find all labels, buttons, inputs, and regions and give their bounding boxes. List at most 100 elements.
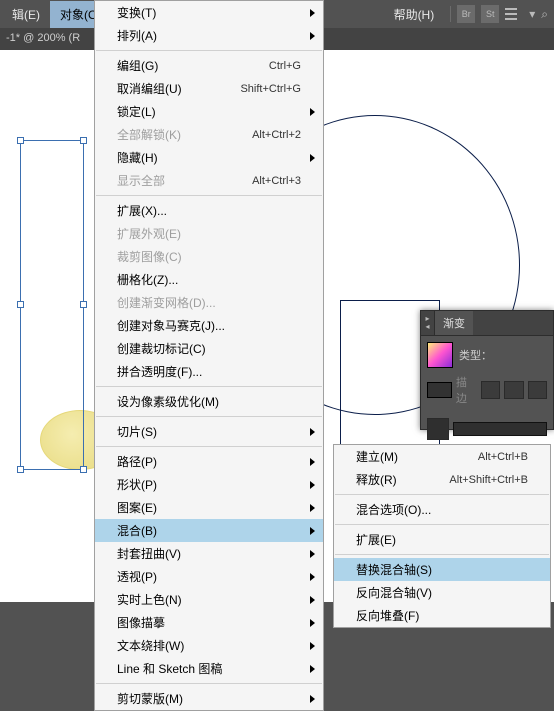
- menu-item[interactable]: 混合选项(O)...: [334, 498, 550, 521]
- menu-item-shortcut: Ctrl+G: [253, 60, 301, 72]
- menu-item[interactable]: 变换(T): [95, 1, 323, 24]
- menu-item-label: 锁定(L): [117, 103, 156, 120]
- selection-handle[interactable]: [80, 137, 87, 144]
- gradient-swatch[interactable]: [427, 342, 453, 368]
- menu-item[interactable]: 设为像素级优化(M): [95, 390, 323, 413]
- menubar-divider: [450, 6, 451, 22]
- panel-header: ▸◂ 渐变: [421, 311, 553, 336]
- menu-item[interactable]: 封套扭曲(V): [95, 542, 323, 565]
- menu-item-label: 文本绕排(W): [117, 637, 184, 654]
- menu-item-label: 创建对象马赛克(J)...: [117, 317, 225, 334]
- menu-item[interactable]: 剪切蒙版(M): [95, 687, 323, 710]
- menu-item[interactable]: 编组(G) Ctrl+G: [95, 54, 323, 77]
- menu-item-label: 扩展(E): [356, 531, 396, 548]
- menu-edit[interactable]: 辑(E): [2, 1, 50, 28]
- menu-separator: [335, 554, 549, 555]
- selection-handle[interactable]: [17, 301, 24, 308]
- selection-handle[interactable]: [80, 466, 87, 473]
- stroke-label: 描边: [456, 374, 477, 406]
- menu-item-label: 封套扭曲(V): [117, 545, 181, 562]
- menu-item[interactable]: 扩展(X)...: [95, 199, 323, 222]
- menu-item[interactable]: 隐藏(H): [95, 146, 323, 169]
- menu-item[interactable]: 扩展(E): [334, 528, 550, 551]
- menu-item-shortcut: Shift+Ctrl+G: [224, 83, 301, 95]
- menu-item-shortcut: Alt+Ctrl+2: [236, 129, 301, 141]
- menu-item[interactable]: 替换混合轴(S): [334, 558, 550, 581]
- selection-handle[interactable]: [17, 466, 24, 473]
- menu-separator: [335, 494, 549, 495]
- menu-item: 创建渐变网格(D)...: [95, 291, 323, 314]
- menu-item-label: 变换(T): [117, 4, 156, 21]
- menu-item-label: 建立(M): [356, 448, 398, 465]
- menu-item-label: 编组(G): [117, 57, 158, 74]
- workspace-icon[interactable]: [505, 5, 523, 23]
- menu-item-label: 释放(R): [356, 471, 397, 488]
- menu-item[interactable]: 文本绕排(W): [95, 634, 323, 657]
- gradient-tool-icon[interactable]: [427, 418, 449, 440]
- object-menu: 变换(T) 排列(A) 编组(G) Ctrl+G 取消编组(U) Shift+Ctrl+G…: [94, 0, 324, 711]
- menu-item-label: 拼合透明度(F)...: [117, 363, 202, 380]
- menu-separator: [96, 386, 322, 387]
- menu-item[interactable]: 栅格化(Z)...: [95, 268, 323, 291]
- menu-item[interactable]: 形状(P): [95, 473, 323, 496]
- menu-item[interactable]: 锁定(L): [95, 100, 323, 123]
- menu-item-label: 路径(P): [117, 453, 157, 470]
- menu-item-label: 替换混合轴(S): [356, 561, 432, 578]
- menu-item[interactable]: 实时上色(N): [95, 588, 323, 611]
- menu-item[interactable]: 释放(R)Alt+Shift+Ctrl+B: [334, 468, 550, 491]
- menu-item[interactable]: 混合(B): [95, 519, 323, 542]
- menu-item[interactable]: 透视(P): [95, 565, 323, 588]
- menu-item-label: Line 和 Sketch 图稿: [117, 660, 222, 677]
- selection-handle[interactable]: [17, 137, 24, 144]
- menu-item[interactable]: 图像描摹: [95, 611, 323, 634]
- menu-item-label: 剪切蒙版(M): [117, 690, 183, 707]
- menu-item[interactable]: 路径(P): [95, 450, 323, 473]
- menu-item-label: 创建裁切标记(C): [117, 340, 206, 357]
- menu-item[interactable]: 排列(A): [95, 24, 323, 47]
- menu-separator: [96, 446, 322, 447]
- menu-item-shortcut: Alt+Ctrl+B: [462, 451, 528, 463]
- menu-item[interactable]: 创建对象马赛克(J)...: [95, 314, 323, 337]
- menu-item[interactable]: 拼合透明度(F)...: [95, 360, 323, 383]
- selection-box: [20, 140, 84, 470]
- menu-item-label: 反向混合轴(V): [356, 584, 432, 601]
- selection-handle[interactable]: [80, 301, 87, 308]
- menu-item: 显示全部Alt+Ctrl+3: [95, 169, 323, 192]
- menu-item[interactable]: 反向堆叠(F): [334, 604, 550, 627]
- menu-separator: [96, 683, 322, 684]
- panel-tab-gradient[interactable]: 渐变: [435, 311, 473, 335]
- chevron-down-icon[interactable]: ▾: [529, 7, 535, 21]
- menu-item[interactable]: 创建裁切标记(C): [95, 337, 323, 360]
- stock-icon[interactable]: St: [481, 5, 499, 23]
- menu-item[interactable]: Line 和 Sketch 图稿: [95, 657, 323, 680]
- gradient-sample[interactable]: [427, 382, 452, 398]
- menu-item[interactable]: 反向混合轴(V): [334, 581, 550, 604]
- menu-item-label: 混合选项(O)...: [356, 501, 431, 518]
- menu-item-label: 透视(P): [117, 568, 157, 585]
- menu-item[interactable]: 图案(E): [95, 496, 323, 519]
- menu-item-label: 混合(B): [117, 522, 157, 539]
- stroke-option-icon[interactable]: [504, 381, 523, 399]
- bridge-icon[interactable]: Br: [457, 5, 475, 23]
- menu-help[interactable]: 帮助(H): [384, 1, 445, 28]
- gradient-panel: ▸◂ 渐变 类型： 描边: [420, 310, 554, 430]
- menu-item-label: 图案(E): [117, 499, 157, 516]
- menu-item-label: 裁剪图像(C): [117, 248, 182, 265]
- panel-collapse-icon[interactable]: ▸◂: [421, 311, 435, 335]
- menu-item-label: 取消编组(U): [117, 80, 182, 97]
- menu-item-label: 显示全部: [117, 172, 165, 189]
- menu-item-label: 全部解锁(K): [117, 126, 181, 143]
- menu-separator: [335, 524, 549, 525]
- menu-item[interactable]: 切片(S): [95, 420, 323, 443]
- menu-item[interactable]: 取消编组(U) Shift+Ctrl+G: [95, 77, 323, 100]
- blend-submenu: 建立(M) Alt+Ctrl+B 释放(R)Alt+Shift+Ctrl+B 混合选项…: [333, 444, 551, 628]
- menu-item-label: 形状(P): [117, 476, 157, 493]
- gradient-slider[interactable]: [453, 422, 547, 436]
- search-icon[interactable]: ⌕: [541, 7, 548, 22]
- menu-item[interactable]: 建立(M) Alt+Ctrl+B: [334, 445, 550, 468]
- menu-item: 全部解锁(K) Alt+Ctrl+2: [95, 123, 323, 146]
- menu-item-label: 实时上色(N): [117, 591, 182, 608]
- stroke-option-icon[interactable]: [481, 381, 500, 399]
- stroke-option-icon[interactable]: [528, 381, 547, 399]
- menu-item: 扩展外观(E): [95, 222, 323, 245]
